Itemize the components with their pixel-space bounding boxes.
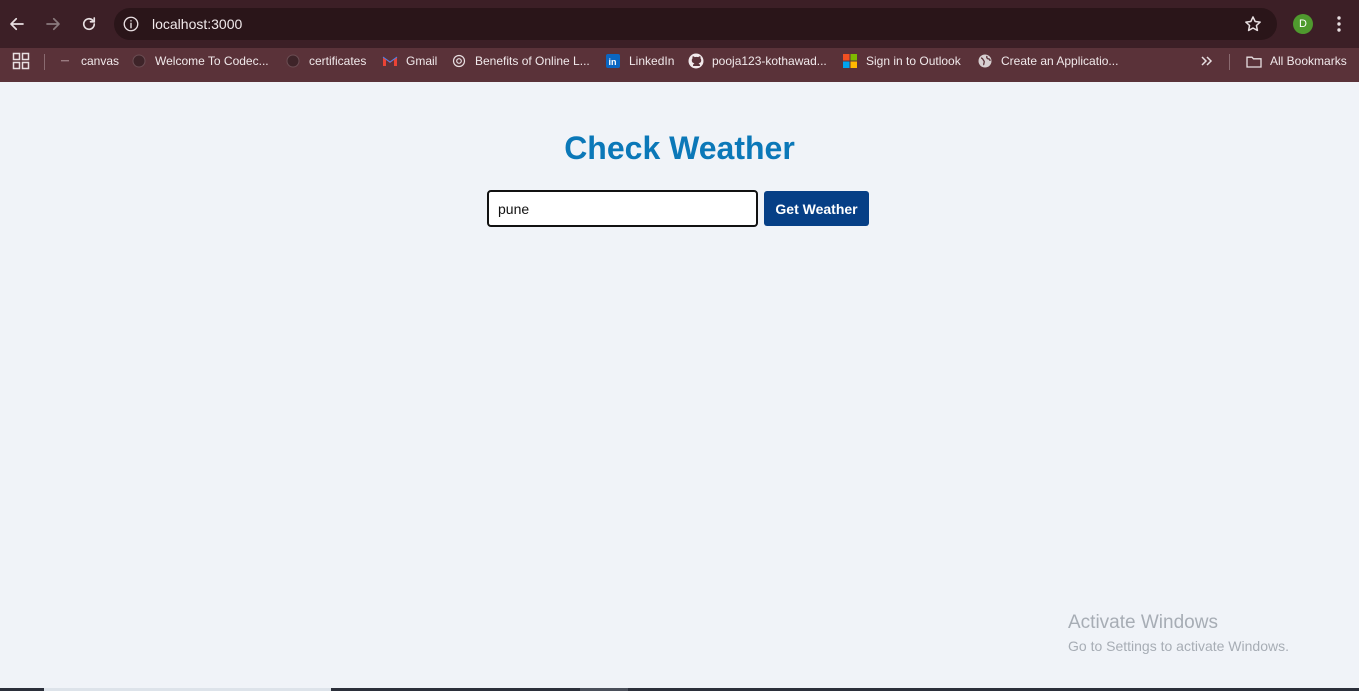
bookmarks-bar: canvas Welcome To Codec... certificates … [0, 48, 1359, 82]
bookmark-label: Create an Applicatio... [1001, 54, 1119, 68]
bookmark-outlook[interactable]: Sign in to Outlook [842, 48, 961, 74]
bookmark-label: Sign in to Outlook [866, 54, 961, 68]
bookmark-label: Benefits of Online L... [475, 54, 590, 68]
openai-icon [451, 53, 467, 69]
bookmark-label: Gmail [406, 54, 438, 68]
bookmark-linkedin[interactable]: in LinkedIn [605, 48, 674, 74]
bookmark-github[interactable]: pooja123-kothawad... [688, 48, 827, 74]
microsoft-icon [842, 53, 858, 69]
bookmarks-separator [1229, 54, 1230, 70]
site-info-icon[interactable] [122, 15, 140, 33]
more-bookmarks-button[interactable] [1199, 48, 1213, 74]
double-chevron-right-icon [1201, 56, 1213, 66]
gmail-icon [382, 53, 398, 69]
bookmark-certificates[interactable]: certificates [285, 48, 366, 74]
profile-initial: D [1299, 18, 1307, 30]
bookmark-label: canvas [81, 54, 120, 68]
svg-text:in: in [609, 57, 617, 67]
globe-dark-icon [131, 53, 147, 69]
bookmark-welcome-to-codec[interactable]: Welcome To Codec... [131, 48, 269, 74]
globe-icon [977, 53, 993, 69]
bookmark-canvas[interactable]: canvas [57, 48, 119, 74]
weather-page: Check Weather Get Weather Activate Windo… [0, 82, 1359, 691]
all-bookmarks-label: All Bookmarks [1270, 54, 1347, 68]
all-bookmarks-button[interactable]: All Bookmarks [1246, 48, 1347, 74]
back-arrow-icon [10, 17, 24, 31]
bookmark-label: pooja123-kothawad... [712, 54, 827, 68]
forward-button[interactable] [41, 12, 65, 36]
bookmark-label: LinkedIn [629, 54, 675, 68]
city-input[interactable] [487, 190, 758, 227]
activate-windows-watermark: Activate Windows Go to Settings to activ… [1068, 612, 1289, 654]
bookmark-label: certificates [309, 54, 367, 68]
back-button[interactable] [5, 12, 29, 36]
browser-menu-button[interactable] [1330, 12, 1348, 36]
bookmarks-separator [44, 54, 45, 70]
get-weather-button[interactable]: Get Weather [764, 191, 869, 226]
reload-icon [82, 17, 96, 31]
bookmark-gmail[interactable]: Gmail [382, 48, 437, 74]
globe-dark-icon [285, 53, 301, 69]
bookmark-star-icon[interactable] [1243, 14, 1263, 34]
reload-button[interactable] [77, 12, 101, 36]
bookmark-benefits-online[interactable]: Benefits of Online L... [451, 48, 590, 74]
canvas-icon [57, 53, 73, 69]
forward-arrow-icon [46, 17, 60, 31]
linkedin-icon: in [605, 53, 621, 69]
folder-icon [1246, 53, 1262, 69]
bookmark-create-application[interactable]: Create an Applicatio... [977, 48, 1118, 74]
bookmark-label: Welcome To Codec... [155, 54, 269, 68]
apps-grid-icon[interactable] [12, 52, 30, 70]
page-title: Check Weather [564, 130, 795, 166]
browser-toolbar: localhost:3000 D [0, 0, 1359, 48]
address-bar[interactable]: localhost:3000 [114, 8, 1277, 40]
more-vert-icon [1337, 16, 1341, 32]
watermark-subtitle: Go to Settings to activate Windows. [1068, 638, 1289, 654]
github-icon [688, 53, 704, 69]
url-text[interactable]: localhost:3000 [152, 16, 242, 32]
watermark-title: Activate Windows [1068, 612, 1218, 633]
profile-avatar[interactable]: D [1293, 14, 1313, 34]
